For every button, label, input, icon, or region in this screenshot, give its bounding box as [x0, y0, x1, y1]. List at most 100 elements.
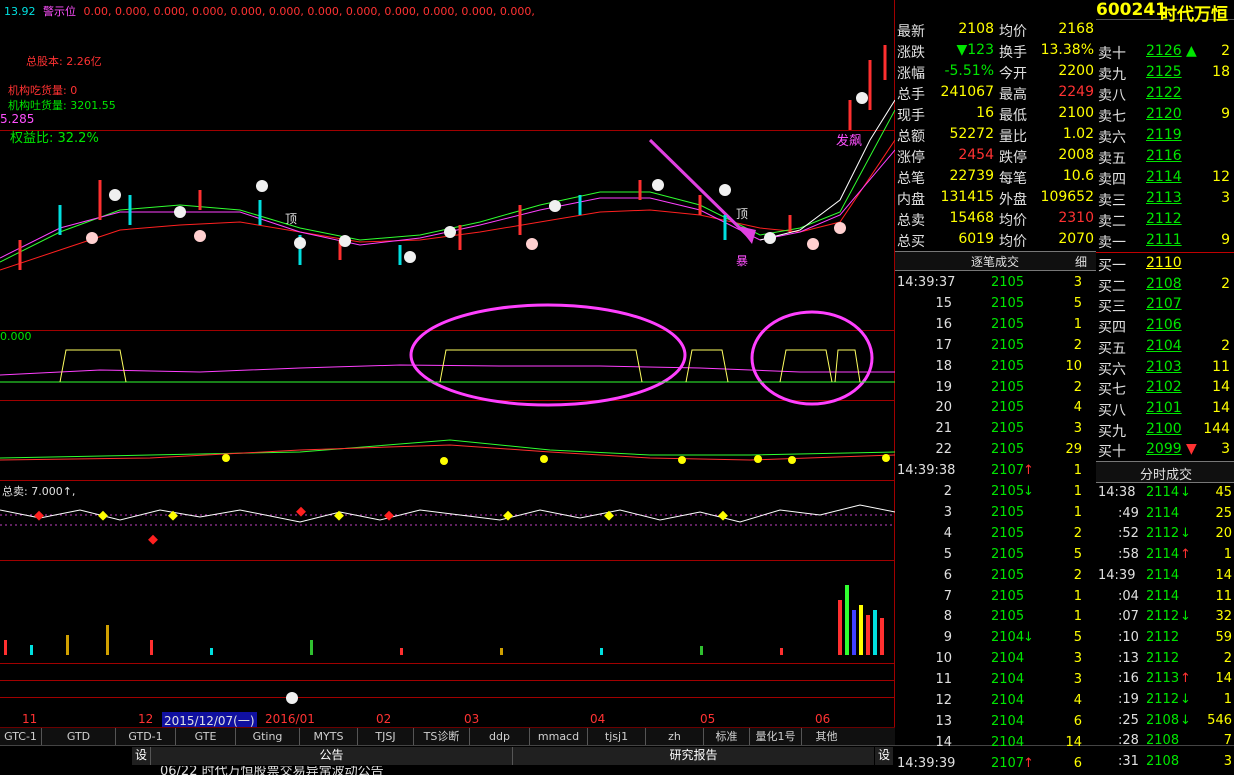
tab-ts-diagnosis[interactable]: TS诊断 — [414, 728, 470, 746]
research-report-tab[interactable]: 研究报告 — [512, 747, 874, 765]
tick-row[interactable]: :25 2108 ↓ 546 — [1096, 712, 1234, 733]
order-label: 买七 — [1098, 382, 1126, 399]
sell-order-row: 卖十 2126 ▲ 2 — [1096, 42, 1234, 63]
settings-right-button[interactable]: 设 — [875, 747, 893, 765]
tick-row[interactable]: 14:39 2114 14 — [1096, 567, 1234, 588]
trade-row[interactable]: 7 2105 1 — [895, 587, 1096, 608]
trade-row[interactable]: 18 2105 10 — [895, 357, 1096, 378]
time-label: 04 — [590, 712, 606, 726]
trade-row[interactable]: 8 2105 1 — [895, 607, 1096, 628]
order-volume: 9 — [1221, 106, 1230, 122]
trade-volume: 1 — [1073, 609, 1082, 625]
trade-row[interactable]: 13 2104 6 — [895, 712, 1096, 733]
settings-left-button[interactable]: 设 — [132, 747, 150, 765]
tick-volume: 2 — [1223, 650, 1232, 666]
tab-standard[interactable]: 标准 — [704, 728, 750, 746]
trade-row[interactable]: 4 2105 2 — [895, 524, 1096, 545]
order-label: 卖二 — [1098, 214, 1126, 230]
trade-row[interactable]: 10 2104 3 — [895, 649, 1096, 670]
order-label: 卖四 — [1098, 172, 1126, 188]
buy-order-row: 买四 2106 — [1096, 316, 1234, 337]
trade-row[interactable]: 2 2105 ↓ 1 — [895, 482, 1096, 503]
order-label: 买二 — [1098, 278, 1126, 295]
tick-row[interactable]: :52 2112 ↓ 20 — [1096, 525, 1234, 546]
tick-row[interactable]: :10 2112 59 — [1096, 629, 1234, 650]
quote-label: 每笔 — [999, 171, 1027, 187]
trade-row[interactable]: 20 2105 4 — [895, 398, 1096, 419]
tab-ddp[interactable]: ddp — [470, 728, 530, 746]
trade-volume: 4 — [1073, 400, 1082, 416]
quote-label: 涨停 — [897, 150, 925, 166]
news-headline[interactable]: 06/22 时代万恒股票交易异常波动公告 — [160, 766, 460, 775]
trade-row[interactable]: 3 2105 1 — [895, 503, 1096, 524]
time-label: 06 — [815, 712, 831, 726]
tick-volume: 14 — [1215, 567, 1232, 583]
trade-row[interactable]: 14:39:38 2107 ↑ 1 — [895, 461, 1096, 482]
tab-zh[interactable]: zh — [646, 728, 704, 746]
quote-value: 1.02 — [1062, 126, 1094, 142]
tick-row[interactable]: :58 2114 ↑ 1 — [1096, 546, 1234, 567]
indicator-tabs: GTC-1 GTD GTD-1 GTE Gting MYTS TJSJ TS诊断… — [0, 727, 895, 746]
trade-price: 2107 — [991, 463, 1025, 479]
quote-label: 外盘 — [999, 192, 1027, 208]
tick-row[interactable]: :19 2112 ↓ 1 — [1096, 691, 1234, 712]
tab-tjsj[interactable]: TJSJ — [358, 728, 414, 746]
tab-tjsj1[interactable]: tjsj1 — [588, 728, 646, 746]
order-price: 2101 — [1146, 399, 1182, 416]
tab-gtd-1[interactable]: GTD-1 — [116, 728, 176, 746]
tab-gting[interactable]: Gting — [236, 728, 300, 746]
trade-row[interactable]: 11 2104 3 — [895, 670, 1096, 691]
order-volume: 2 — [1221, 275, 1230, 292]
trade-row[interactable]: 22 2105 29 — [895, 440, 1096, 461]
kline-chart-area[interactable]: 13.92 警示位 0.00, 0.000, 0.000, 0.000, 0.0… — [0, 0, 895, 746]
tick-row[interactable]: :04 2114 11 — [1096, 588, 1234, 609]
tick-row[interactable]: :16 2113 ↑ 14 — [1096, 670, 1234, 691]
trade-row[interactable]: 19 2105 2 — [895, 378, 1096, 399]
tick-row[interactable]: :28 2108 7 — [1096, 732, 1234, 753]
tick-row[interactable]: :13 2112 2 — [1096, 650, 1234, 671]
trade-row[interactable]: 6 2105 2 — [895, 566, 1096, 587]
tab-gtc-1[interactable]: GTC-1 — [0, 728, 42, 746]
trade-row[interactable]: 16 2105 1 — [895, 315, 1096, 336]
trade-row[interactable]: 17 2105 2 — [895, 336, 1096, 357]
quote-row: 总额 52272 量比 1.02 — [895, 125, 1096, 146]
trade-row[interactable]: 9 2104 ↓ 5 — [895, 628, 1096, 649]
trade-price: 2105 — [991, 295, 1025, 311]
trade-row[interactable]: 14:39:37 2105 3 — [895, 273, 1096, 294]
tick-arrow-icon: ↓ — [1180, 485, 1191, 500]
trade-time: 14:39:39 — [897, 755, 956, 771]
tab-mmacd[interactable]: mmacd — [530, 728, 588, 746]
trade-price: 2105 — [991, 588, 1025, 604]
tick-row[interactable]: :49 2114 25 — [1096, 505, 1234, 526]
trade-row[interactable]: 12 2104 4 — [895, 691, 1096, 712]
quote-value: 6019 — [958, 231, 994, 247]
trade-row[interactable]: 14:39:39 2107 ↑ 6 — [895, 754, 1096, 775]
trade-row[interactable]: 5 2105 5 — [895, 545, 1096, 566]
tab-quant-1[interactable]: 量化1号 — [750, 728, 802, 746]
tick-row[interactable]: :07 2112 ↓ 32 — [1096, 608, 1234, 629]
tick-row[interactable]: :31 2108 3 — [1096, 753, 1234, 774]
tab-myts[interactable]: MYTS — [300, 728, 358, 746]
tab-other[interactable]: 其他 — [802, 728, 851, 746]
announcement-tab[interactable]: 公告 — [150, 747, 512, 765]
quote-row: 涨幅 -5.51% 今开 2200 — [895, 62, 1096, 83]
tab-gte[interactable]: GTE — [176, 728, 236, 746]
quote-panel: 最新 2108 均价 2168 涨跌 ▼123 换手 13.38% 涨幅 -5.51% 今开 2200… — [895, 0, 1096, 250]
trade-row[interactable]: 15 2105 5 — [895, 294, 1096, 315]
trade-time: 5 — [943, 546, 952, 562]
trades-detail-button[interactable]: 细 — [1075, 253, 1087, 270]
tick-row[interactable]: 14:38 2114 ↓ 45 — [1096, 484, 1234, 505]
quote-label: 涨幅 — [897, 66, 925, 82]
order-label: 卖一 — [1098, 235, 1126, 251]
tab-gtd[interactable]: GTD — [42, 728, 116, 746]
tick-volume: 7 — [1223, 733, 1232, 749]
order-price: 2103 — [1146, 358, 1182, 375]
order-price: 2104 — [1146, 337, 1182, 354]
trade-row[interactable]: 14 2104 14 — [895, 733, 1096, 754]
sell-order-row: 卖五 2116 — [1096, 147, 1234, 168]
quote-value: 13.38% — [1040, 42, 1094, 58]
order-label: 卖六 — [1098, 130, 1126, 146]
trade-row[interactable]: 21 2105 3 — [895, 419, 1096, 440]
trade-time: 12 — [935, 693, 952, 708]
tick-price: 2114 — [1146, 505, 1180, 521]
